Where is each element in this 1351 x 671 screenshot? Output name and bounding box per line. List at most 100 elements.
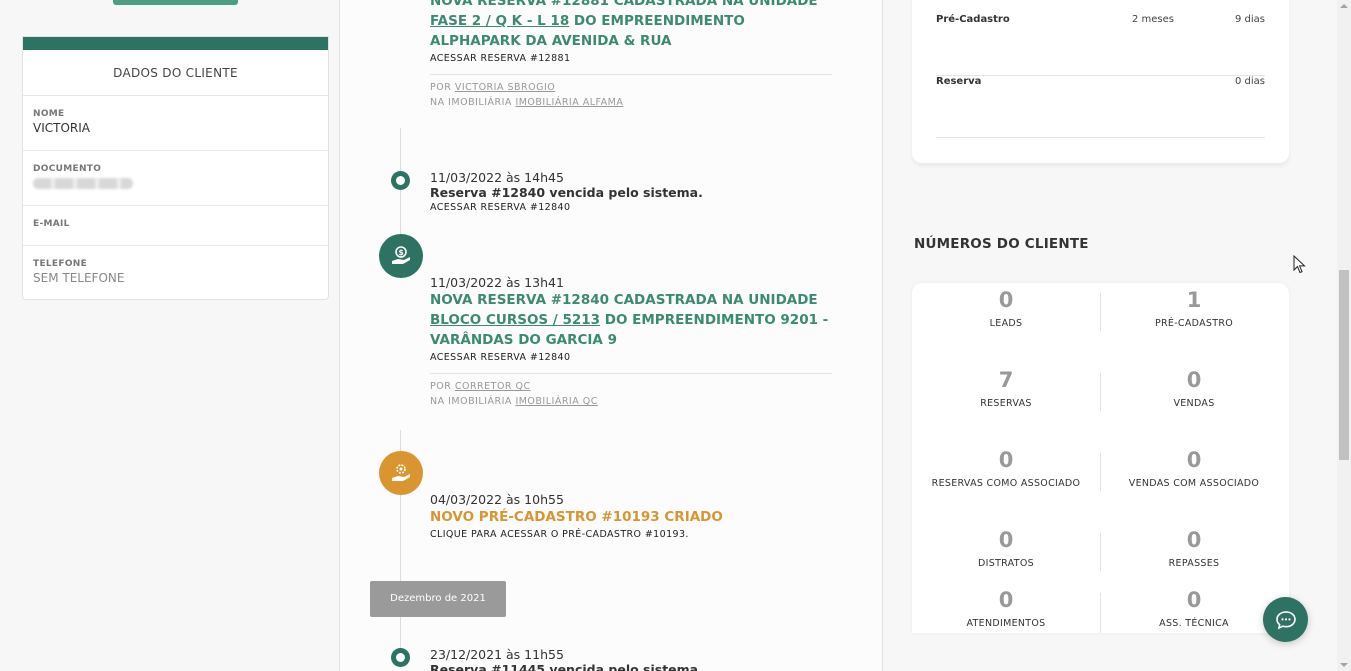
client-data-card: DADOS DO CLIENTE NOME VICTORIA DOCUMENTO… [22,36,329,300]
time-row-duration: 2 meses [1132,14,1175,25]
access-reservation-link[interactable]: ACESSAR RESERVA #12840 [430,202,835,213]
field-phone-label: TELEFONE [33,259,88,269]
top-action-button[interactable] [113,0,238,5]
stat-value: 1 [1186,288,1202,312]
timeline-entry: 11/03/2022 às 14h45 Reserva #12840 venci… [430,170,835,213]
scroll-down-arrow-icon[interactable] [1340,663,1348,667]
timeline-entry: 23/12/2021 às 11h55 Reserva #11445 venci… [430,647,835,671]
entry-date: 04/03/2022 às 10h55 [430,492,564,507]
entry-title: NOVO PRÉ-CADASTRO #10193 CRIADO [430,509,723,525]
stat-label: ASS. TÉCNICA [1159,618,1229,629]
stat-value: 0 [998,588,1014,612]
stat-label: RESERVAS COMO ASSOCIADO [931,478,1081,489]
broker-link[interactable]: VICTORIA SBROGIO [455,82,555,93]
stat-vendas-associado[interactable]: 0 VENDAS COM ASSOCIADO [1100,448,1288,489]
scroll-up-arrow-icon[interactable] [1340,4,1348,8]
timeline-dot [391,171,410,190]
stage-times-card: Pré-Cadastro 2 meses 9 dias Reserva 0 di… [912,0,1289,163]
time-row-days: 9 dias [1234,14,1265,25]
access-reservation-link[interactable]: ACESSAR RESERVA #12840 [430,352,835,363]
unit-link[interactable]: BLOCO CURSOS / 5213 [430,312,600,328]
stat-label: REPASSES [1168,558,1220,569]
time-row: Pré-Cadastro 2 meses 9 dias [936,14,1265,76]
entry-title: NOVA RESERVA #12881 CADASTRADA NA UNIDAD… [430,0,835,51]
entry-title: NOVA RESERVA #12840 CADASTRADA NA UNIDAD… [430,290,835,350]
field-email: E-MAIL [23,206,328,246]
mouse-cursor-icon [1293,255,1306,274]
entry-separator [430,373,832,374]
time-row-name: Pré-Cadastro [936,14,1010,25]
gear-hand-icon [379,451,423,495]
card-header-bar [23,37,328,50]
field-document: DOCUMENTO [23,151,328,206]
entry-title-text: NOVA RESERVA #12840 CADASTRADA NA UNIDAD… [430,292,818,308]
access-reservation-link[interactable]: ACESSAR RESERVA #12881 [430,53,835,64]
field-document-label: DOCUMENTO [33,164,102,174]
stat-label: LEADS [989,318,1023,329]
entry-meta: POR VICTORIA SBROGIO NA IMOBILIÁRIA IMOB… [430,80,835,110]
stat-value: 0 [1186,448,1202,472]
left-column: DADOS DO CLIENTE NOME VICTORIA DOCUMENTO… [0,0,340,671]
entry-text: Reserva #11445 vencida pelo sistema. [430,662,703,671]
access-precadastro-link[interactable]: CLIQUE PARA ACESSAR O PRÉ-CADASTRO #1019… [430,529,835,540]
timeline-entry: 11/03/2022 às 13h41 NOVA RESERVA #12840 … [430,275,835,409]
stat-atendimentos[interactable]: 0 ATENDIMENTOS [912,588,1100,629]
stat-reservas[interactable]: 7 RESERVAS [912,368,1100,409]
month-badge: Dezembro de 2021 [370,581,506,617]
timeline-dot [391,648,410,667]
field-document-value-redacted [33,178,133,189]
field-phone-value: SEM TELEFONE [33,271,125,285]
entry-date: 11/03/2022 às 13h41 [430,275,564,290]
timeline-line [400,617,401,648]
stat-ass-tecnica[interactable]: 0 ASS. TÉCNICA [1100,588,1288,629]
timeline-line [400,128,401,172]
timeline-entry: 04/03/2022 às 10h55 NOVO PRÉ-CADASTRO #1… [430,492,835,540]
entry-date: 23/12/2021 às 11h55 [430,647,564,662]
timeline-column: NOVA RESERVA #12881 CADASTRADA NA UNIDAD… [340,0,882,671]
stat-label: VENDAS [1173,398,1215,409]
chat-button[interactable] [1263,597,1308,642]
client-numbers-card: 0 LEADS 1 PRÉ-CADASTRO 7 RESERVAS 0 VEND… [912,283,1289,633]
vertical-scrollbar[interactable] [1337,0,1351,671]
broker-link[interactable]: CORRETOR QC [455,381,531,392]
stat-distratos[interactable]: 0 DISTRATOS [912,528,1100,569]
entry-date: 11/03/2022 às 14h45 [430,170,564,185]
field-name-label: NOME [33,109,65,119]
by-prefix: POR [430,381,455,392]
stat-label: RESERVAS [980,398,1032,409]
stat-vendas[interactable]: 0 VENDAS [1100,368,1288,409]
stat-value: 0 [1186,528,1202,552]
timeline-entry: NOVA RESERVA #12881 CADASTRADA NA UNIDAD… [430,0,835,110]
stat-repasses[interactable]: 0 REPASSES [1100,528,1288,569]
timeline-line [400,190,401,238]
agency-link[interactable]: IMOBILIÁRIA ALFAMA [515,97,623,108]
time-row-name: Reserva [936,76,982,87]
entry-separator [430,74,832,75]
stat-pre-cadastro[interactable]: 1 PRÉ-CADASTRO [1100,288,1288,329]
entry-text: Reserva #12840 vencida pelo sistema. [430,185,703,200]
stat-leads[interactable]: 0 LEADS [912,288,1100,329]
unit-link[interactable]: FASE 2 / Q K - L 18 [430,13,569,29]
client-data-title: DADOS DO CLIENTE [23,50,328,96]
stat-label: PRÉ-CADASTRO [1154,318,1234,329]
field-email-label: E-MAIL [33,219,70,229]
stat-value: 0 [998,528,1014,552]
entry-meta: POR CORRETOR QC NA IMOBILIÁRIA IMOBILIÁR… [430,379,835,409]
stat-value: 0 [998,288,1014,312]
agency-link[interactable]: IMOBILIÁRIA QC [515,396,597,407]
by-prefix: POR [430,82,455,93]
stat-value: 7 [998,368,1014,392]
stat-label: VENDAS COM ASSOCIADO [1128,478,1260,489]
stat-label: DISTRATOS [978,558,1034,569]
right-column: Pré-Cadastro 2 meses 9 dias Reserva 0 di… [883,0,1337,671]
entry-title-text: NOVA RESERVA #12881 CADASTRADA NA UNIDAD… [430,0,818,9]
agency-prefix: NA IMOBILIÁRIA [430,97,516,108]
stat-label: ATENDIMENTOS [966,618,1046,629]
timeline-line [400,495,401,581]
stat-reservas-associado[interactable]: 0 RESERVAS COMO ASSOCIADO [912,448,1100,489]
timeline-line [400,430,401,452]
svg-text:$: $ [398,248,404,257]
stat-value: 0 [998,448,1014,472]
scrollbar-thumb[interactable] [1339,270,1349,460]
agency-prefix: NA IMOBILIÁRIA [430,396,516,407]
